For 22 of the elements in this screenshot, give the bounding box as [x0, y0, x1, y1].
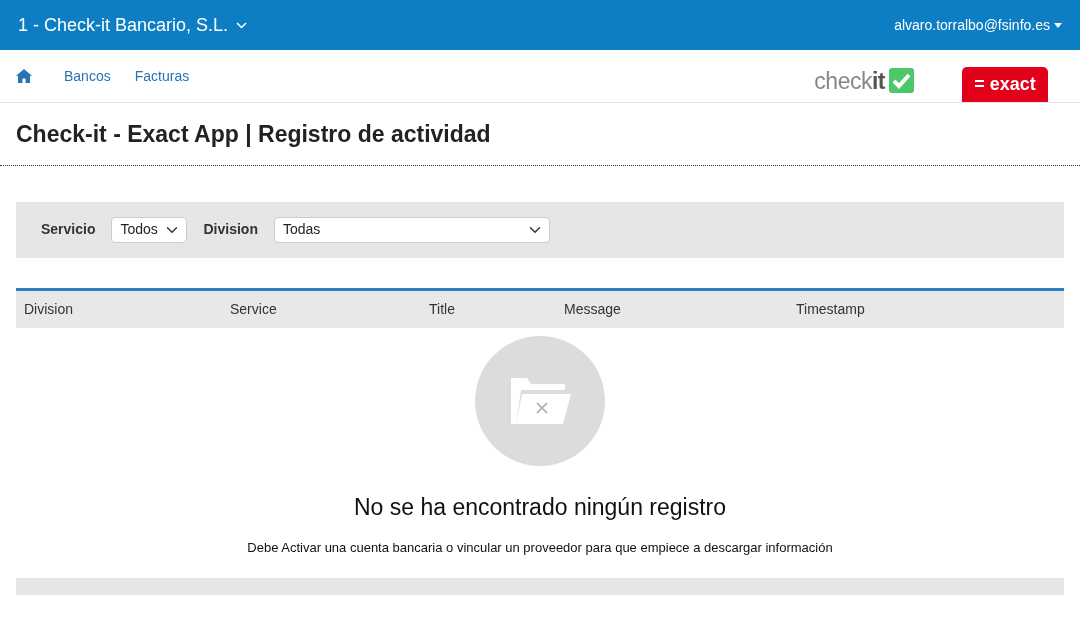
caret-icon [1054, 22, 1062, 28]
column-header: Title [428, 299, 456, 319]
column-header: Division [23, 299, 74, 319]
column-header: Timestamp [795, 299, 866, 319]
empty-title: No se ha encontrado ningún registro [353, 492, 727, 522]
select-field[interactable]: Todos [111, 216, 188, 243]
filter-label: Division [203, 220, 258, 240]
nav-link[interactable]: Facturas [134, 65, 190, 87]
filter-label: Servicio [41, 220, 96, 240]
page-title: Check-it - Exact App | Registro de actividad [0, 103, 1080, 166]
user-dropdown[interactable]: alvaro.torralbo@fsinfo.es [894, 14, 1062, 36]
select-field[interactable]: Todas [273, 216, 550, 243]
chevron-down-icon [236, 21, 248, 29]
logo-text: checkit [814, 66, 885, 96]
check-icon [889, 68, 914, 94]
nav-link[interactable]: Bancos [64, 65, 111, 87]
logo-text: = exact [962, 67, 1048, 102]
home-icon[interactable] [16, 69, 32, 83]
column-header: Service [229, 299, 278, 319]
column-header: Message [563, 299, 622, 319]
empty-message: Debe Activar una cuenta bancaria o vincular un proveedor para que empiece a descargar información [247, 539, 833, 558]
company-dropdown[interactable]: 1 - Check-it Bancario, S.L. [18, 11, 248, 39]
